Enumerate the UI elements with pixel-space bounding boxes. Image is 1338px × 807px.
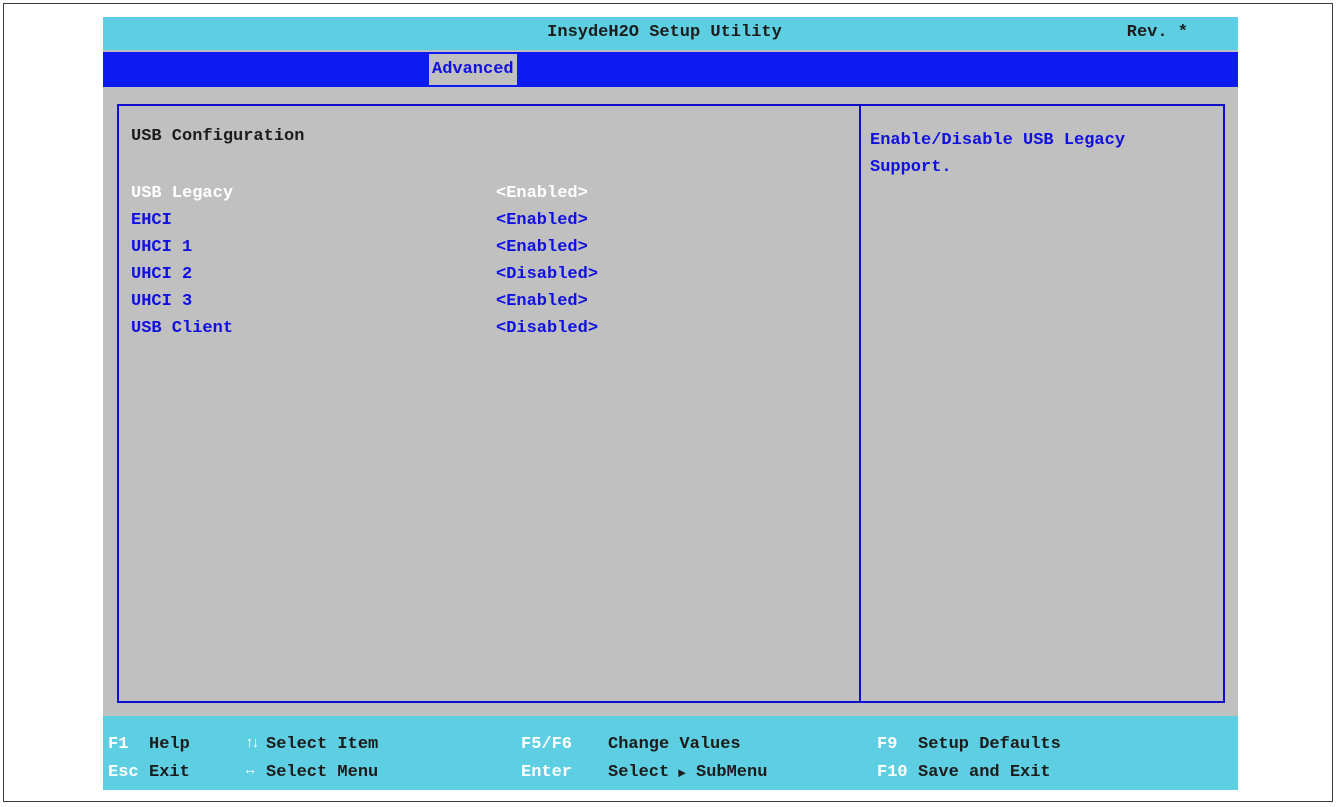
submenu-action: SubMenu <box>696 763 768 782</box>
app-title: InsydeH2O Setup Utility <box>547 23 782 42</box>
f9-key: F9 <box>877 735 898 754</box>
enter-key: Enter <box>521 763 573 782</box>
setting-usb-client[interactable]: USB Client <Disabled> <box>131 315 731 342</box>
setting-value[interactable]: <Enabled> <box>496 288 588 315</box>
save-exit-action: Save and Exit <box>918 763 1051 782</box>
select-item-action: Select Item <box>266 735 379 754</box>
setting-uhci-3[interactable]: UHCI 3 <Enabled> <box>131 288 731 315</box>
main-panel: USB Configuration USB Legacy <Enabled> E… <box>117 104 1225 703</box>
help-pane: Enable/Disable USB Legacy Support. <box>861 106 1223 701</box>
setting-uhci-2[interactable]: UHCI 2 <Disabled> <box>131 261 731 288</box>
setting-label: UHCI 1 <box>131 238 193 257</box>
settings-list: USB Legacy <Enabled> EHCI <Enabled> UHCI… <box>131 180 731 342</box>
setting-label: UHCI 2 <box>131 265 193 284</box>
setting-value[interactable]: <Disabled> <box>496 315 598 342</box>
bios-screen: InsydeH2O Setup Utility Rev. * Advanced … <box>103 17 1238 790</box>
f10-key: F10 <box>877 763 908 782</box>
left-right-arrows-icon: ↔ <box>246 763 255 779</box>
up-down-arrows-icon: ↑↓ <box>245 735 260 752</box>
setting-label: UHCI 3 <box>131 292 193 311</box>
setting-usb-legacy[interactable]: USB Legacy <Enabled> <box>131 180 731 207</box>
setting-value[interactable]: <Disabled> <box>496 261 598 288</box>
select-menu-action: Select Menu <box>266 763 379 782</box>
title-bar: InsydeH2O Setup Utility Rev. * <box>103 17 1238 50</box>
settings-pane: USB Configuration USB Legacy <Enabled> E… <box>119 106 859 701</box>
setting-uhci-1[interactable]: UHCI 1 <Enabled> <box>131 234 731 261</box>
esc-action: Exit <box>149 763 190 782</box>
esc-key: Esc <box>108 763 139 782</box>
setting-value[interactable]: <Enabled> <box>496 234 588 261</box>
setting-value[interactable]: <Enabled> <box>496 180 588 207</box>
setup-defaults-action: Setup Defaults <box>918 735 1061 754</box>
tab-advanced[interactable]: Advanced <box>429 54 517 85</box>
setting-value[interactable]: <Enabled> <box>496 207 588 234</box>
section-title: USB Configuration <box>131 127 305 146</box>
f1-key: F1 <box>108 735 129 754</box>
revision-label: Rev. * <box>1126 23 1188 42</box>
setting-ehci[interactable]: EHCI <Enabled> <box>131 207 731 234</box>
f1-action: Help <box>149 735 190 754</box>
setting-label: USB Client <box>131 319 234 338</box>
menu-bar: Advanced <box>103 52 1238 87</box>
submenu-arrow-icon: ► <box>678 766 686 781</box>
help-text: Enable/Disable USB Legacy Support. <box>870 131 1126 177</box>
f5-f6-key: F5/F6 <box>521 735 573 754</box>
setting-label: EHCI <box>131 211 172 230</box>
select-action: Select <box>608 763 670 782</box>
setting-label: USB Legacy <box>131 184 234 203</box>
change-values-action: Change Values <box>608 735 741 754</box>
key-legend: F1 Help Esc Exit ↑↓ Select Item ↔ Select… <box>103 716 1238 790</box>
